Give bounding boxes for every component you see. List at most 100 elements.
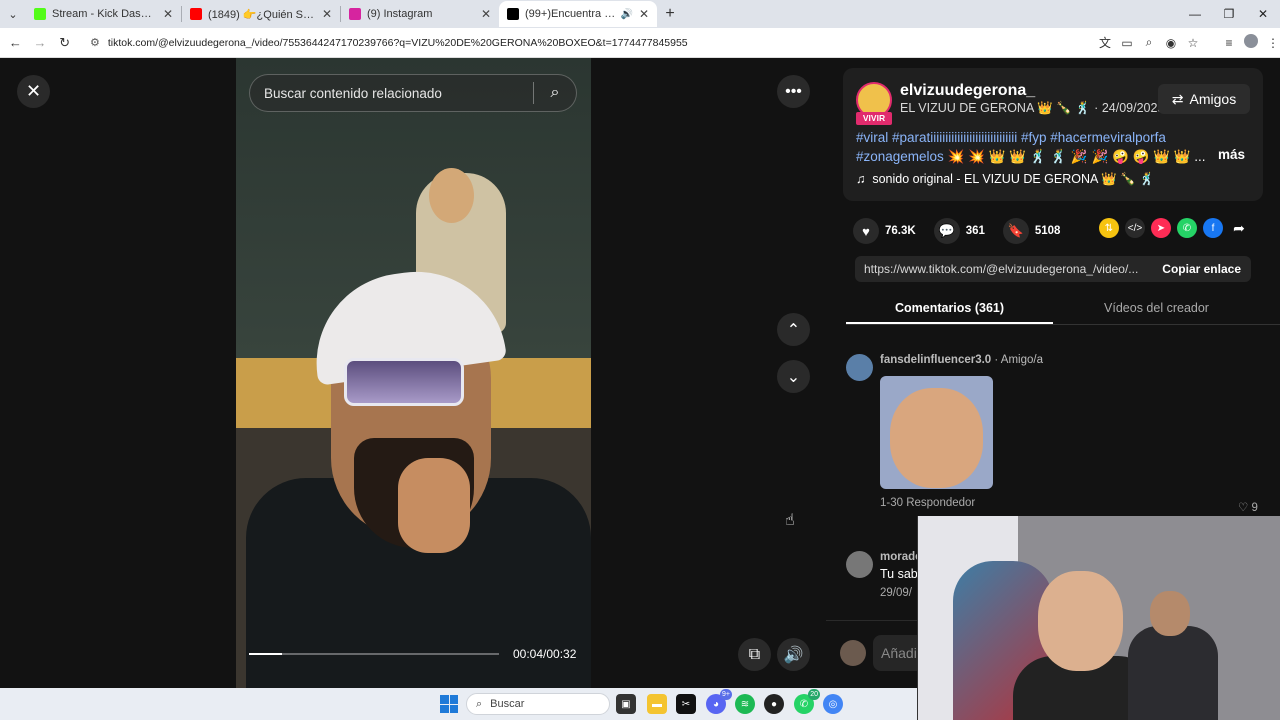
- restore-icon[interactable]: ❐: [1212, 0, 1246, 28]
- tab-youtube[interactable]: (1849) 👉¿Quién Sabe Más de ✕: [182, 1, 340, 27]
- commenter-avatar[interactable]: [846, 551, 873, 578]
- site-settings-icon[interactable]: ⚙: [90, 36, 100, 49]
- post-info-card: VIVIR elvizuudegerona_ EL VIZUU DE GERON…: [843, 68, 1263, 201]
- floating-player-icon[interactable]: ⧉: [738, 638, 771, 671]
- search-icon[interactable]: ⌕: [534, 84, 576, 102]
- comment-button[interactable]: 💬 361: [933, 218, 985, 244]
- friends-button[interactable]: ⇄ Amigos: [1158, 84, 1250, 114]
- comment-text: Tu sab: [880, 567, 918, 581]
- video-link-text[interactable]: https://www.tiktok.com/@elvizuudegerona_…: [855, 262, 1152, 276]
- menu-kebab-icon[interactable]: ⋮: [1266, 36, 1280, 50]
- commenter-username[interactable]: fansdelinfluencer3.0: [880, 354, 991, 366]
- obs-icon[interactable]: ●: [764, 694, 784, 714]
- music-row[interactable]: ♫ sonido original - EL VIZUU DE GERONA 👑…: [856, 172, 1155, 187]
- tab-title: (1849) 👉¿Quién Sabe Más de: [208, 8, 316, 21]
- comment-count: 361: [965, 225, 985, 237]
- webcam-frame: [1128, 626, 1218, 720]
- video-player[interactable]: Buscar contenido relacionado ⌕ 00:04/00:…: [236, 58, 591, 688]
- spotify-icon[interactable]: ≋: [735, 694, 755, 714]
- more-options-icon[interactable]: •••: [777, 75, 810, 108]
- comment-sticker-image[interactable]: [880, 376, 993, 489]
- music-note-icon: ♫: [856, 172, 866, 186]
- friends-label: Amigos: [1189, 91, 1237, 107]
- comment-meta: 1-30 Respondedor: [880, 497, 976, 509]
- volume-icon[interactable]: 🔊: [777, 638, 810, 671]
- discord-icon[interactable]: ◕ 9+: [706, 689, 732, 714]
- repost-icon[interactable]: ⇅: [1099, 218, 1119, 238]
- address-bar-icons: 文 ▭ ⌕ ◉ ☆ ≡ ⋮: [1098, 34, 1280, 51]
- capcut-icon[interactable]: ✂: [676, 694, 696, 714]
- zoom-icon[interactable]: ⌕: [1142, 35, 1156, 50]
- like-count: 76.3K: [885, 225, 916, 237]
- speaker-icon[interactable]: 🔊: [620, 9, 632, 20]
- reload-icon[interactable]: ↻: [53, 31, 76, 55]
- commenter-avatar[interactable]: [846, 354, 873, 381]
- eye-slash-icon[interactable]: ◉: [1164, 36, 1178, 50]
- comment-date: 29/09/: [880, 587, 912, 599]
- chrome-icon[interactable]: ◎: [823, 694, 843, 714]
- description-emojis: 💥 💥 👑 👑 🕺 🕺 🎉 🎉 🤪 🤪 👑 👑 ...: [947, 149, 1206, 164]
- related-search-input[interactable]: Buscar contenido relacionado ⌕: [249, 74, 577, 112]
- hashtags[interactable]: #viral #paratiiiiiiiiiiiiiiiiiiiiiiiiiii…: [856, 130, 1166, 145]
- url-field[interactable]: ⚙ tiktok.com/@elvizuudegerona_/video/755…: [82, 31, 1098, 55]
- file-explorer-icon[interactable]: ▬: [647, 694, 667, 714]
- creator-username[interactable]: elvizuudegerona_: [900, 82, 1035, 100]
- bookmark-star-icon[interactable]: ☆: [1186, 36, 1200, 50]
- copy-link-button[interactable]: Copiar enlace: [1152, 262, 1251, 276]
- task-view-icon[interactable]: ▣: [616, 694, 636, 714]
- forward-arrow-icon[interactable]: →: [29, 31, 52, 55]
- hashtags[interactable]: #zonagemelos: [856, 149, 944, 164]
- tab-comments[interactable]: Comentarios (361): [846, 292, 1053, 324]
- embed-code-icon[interactable]: </>: [1125, 218, 1145, 238]
- close-icon[interactable]: ✕: [17, 75, 50, 108]
- save-button[interactable]: 🔖 5108: [1002, 218, 1061, 244]
- close-icon[interactable]: ✕: [639, 7, 649, 21]
- close-icon[interactable]: ✕: [163, 7, 173, 21]
- comment-like-count[interactable]: ♡ 9: [1238, 500, 1258, 514]
- video-progress-bar[interactable]: [249, 653, 499, 655]
- video-frame: [344, 358, 464, 406]
- whatsapp-taskbar-icon[interactable]: ✆ 20: [794, 689, 820, 714]
- commenter-username[interactable]: morade: [880, 551, 922, 563]
- chevron-up-icon[interactable]: ⌃: [777, 313, 810, 346]
- like-button[interactable]: ♥ 76.3K: [853, 218, 916, 244]
- video-timecode: 00:04/00:32: [513, 647, 577, 661]
- tab-creator-videos[interactable]: Vídeos del creador: [1053, 292, 1260, 324]
- cast-icon[interactable]: ▭: [1120, 36, 1134, 50]
- profile-avatar-icon[interactable]: [1243, 34, 1258, 51]
- translate-icon[interactable]: 文: [1098, 34, 1112, 51]
- back-arrow-icon[interactable]: ←: [4, 31, 27, 55]
- tab-tiktok[interactable]: (99+)Encuentra 'VIZU DE G 🔊 ✕: [499, 1, 657, 27]
- video-frame: [429, 168, 474, 223]
- whatsapp-icon[interactable]: ✆: [1177, 218, 1197, 238]
- engagement-actions: ♥ 76.3K 💬 361 🔖 5108: [853, 218, 1078, 244]
- search-icon: ⌕: [476, 697, 483, 710]
- discord-badge: 9+: [720, 689, 732, 700]
- share-arrow-icon[interactable]: ➦: [1229, 218, 1249, 238]
- send-icon[interactable]: ➤: [1151, 218, 1171, 238]
- new-tab-icon[interactable]: +: [657, 5, 683, 23]
- close-icon[interactable]: ✕: [322, 7, 332, 21]
- tab-title: Stream - Kick Dashboard: [52, 8, 157, 20]
- facebook-icon[interactable]: f: [1203, 218, 1223, 238]
- close-window-icon[interactable]: ✕: [1246, 0, 1280, 28]
- address-bar-row: ← → ↻ ⚙ tiktok.com/@elvizuudegerona_/vid…: [0, 28, 1280, 58]
- save-count: 5108: [1034, 225, 1061, 237]
- close-icon[interactable]: ✕: [481, 7, 491, 21]
- comment-item: fansdelinfluencer3.0 · Amigo/a 1-30 Resp…: [846, 354, 1266, 524]
- webcam-overlay: [917, 516, 1280, 720]
- taskbar-search-input[interactable]: ⌕ Buscar: [466, 693, 610, 715]
- reading-list-icon[interactable]: ≡: [1222, 36, 1236, 50]
- search-placeholder: Buscar contenido relacionado: [264, 85, 442, 101]
- webcam-frame: [1150, 591, 1190, 636]
- chevron-down-icon[interactable]: ⌄: [777, 360, 810, 393]
- tab-instagram[interactable]: (9) Instagram ✕: [341, 1, 499, 27]
- show-more-link[interactable]: más: [1218, 147, 1245, 162]
- windows-start-icon[interactable]: [440, 695, 458, 713]
- minimize-icon[interactable]: —: [1178, 0, 1212, 28]
- progress-fill: [249, 653, 282, 655]
- copy-link-box: https://www.tiktok.com/@elvizuudegerona_…: [855, 256, 1251, 282]
- tab-kick[interactable]: Stream - Kick Dashboard ✕: [26, 1, 181, 27]
- tab-list-chevron-icon[interactable]: ⌄: [0, 1, 26, 27]
- bookmark-icon: 🔖: [1002, 218, 1029, 244]
